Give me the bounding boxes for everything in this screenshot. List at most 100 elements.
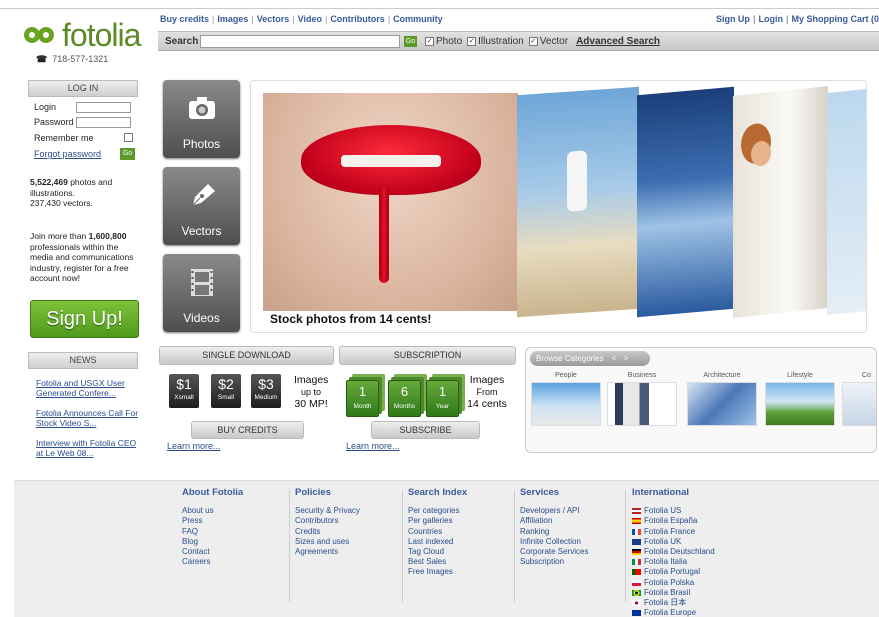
single-download-tab[interactable]: SINGLE DOWNLOAD <box>159 346 334 365</box>
footer-link[interactable]: Fotolia France <box>632 527 715 537</box>
sign-up-link[interactable]: Sign Up <box>716 14 750 24</box>
footer-col-about: About Fotolia About us Press FAQ Blog Co… <box>182 487 243 567</box>
footer-link-label: Fotolia UK <box>644 536 682 546</box>
footer-link[interactable]: Credits <box>295 527 360 537</box>
footer-link[interactable]: Fotolia Portugal <box>632 567 715 577</box>
footer-link-label: Fotolia Portugal <box>644 567 701 577</box>
plan-1-month[interactable]: 1 Month <box>346 380 379 417</box>
news-item[interactable]: Interview with Fotolia CEO at Le Web 08.… <box>36 438 142 458</box>
footer-link[interactable]: Fotolia Italia <box>632 557 715 567</box>
footer-link[interactable]: Fotolia US <box>632 506 715 516</box>
chevron-right-icon[interactable]: > <box>624 354 629 363</box>
footer-link[interactable]: Press <box>182 516 243 526</box>
login-go-button[interactable]: Go <box>120 148 135 160</box>
footer-link[interactable]: Countries <box>408 527 467 537</box>
page: fotolia ☎ 718-577-1321 Buy credits | Images… <box>0 0 879 617</box>
footer-link[interactable]: FAQ <box>182 527 243 537</box>
footer-link[interactable]: Contributors <box>295 516 360 526</box>
footer-link[interactable]: Tag Cloud <box>408 547 467 557</box>
nav-video[interactable]: Video <box>298 14 322 24</box>
login-header: LOG IN <box>28 80 138 97</box>
footer-link[interactable]: Per categories <box>408 506 467 516</box>
footer-link[interactable]: About us <box>182 506 243 516</box>
price-xsmall[interactable]: $1 Xsmall <box>169 374 199 408</box>
footer-link[interactable]: Per galleries <box>408 516 467 526</box>
nav-buy-credits[interactable]: Buy credits <box>160 14 209 24</box>
price-medium[interactable]: $3 Medium <box>251 374 281 408</box>
footer-link[interactable]: Contact <box>182 547 243 557</box>
hero-banner[interactable]: Stock photos from 14 cents! <box>250 80 867 333</box>
footer-link[interactable]: Last indexed <box>408 537 467 547</box>
price-xsmall-value: $1 <box>176 376 192 392</box>
vectors-button[interactable]: Vectors <box>163 167 240 245</box>
footer-col-title: Search Index <box>408 487 468 498</box>
phone-number: ☎ 718-577-1321 <box>36 54 108 65</box>
europe-flag-icon <box>632 610 641 617</box>
footer-link[interactable]: Best Sales <box>408 557 467 567</box>
nav-community[interactable]: Community <box>393 14 443 24</box>
news-item[interactable]: Fotolia Announces Call For Stock Video S… <box>36 408 142 428</box>
news-header: NEWS <box>28 352 138 369</box>
footer-link[interactable]: Security & Privacy <box>295 506 360 516</box>
login-link[interactable]: Login <box>758 14 783 24</box>
subscription-learn-more-link[interactable]: Learn more... <box>346 441 400 451</box>
forgot-password-link[interactable]: Forgot password <box>34 149 101 159</box>
footer-link[interactable]: Infinite Collection <box>520 537 588 547</box>
subscribe-button[interactable]: SUBSCRIBE <box>371 421 480 439</box>
nav-vectors[interactable]: Vectors <box>257 14 290 24</box>
single-info: Images up to 30 MP! <box>294 374 328 410</box>
chevron-left-icon[interactable]: < <box>612 354 617 363</box>
vector-checkbox[interactable]: ✓ <box>528 36 538 46</box>
shopping-cart-link[interactable]: My Shopping Cart (0 <box>792 14 879 24</box>
login-input[interactable] <box>76 102 131 113</box>
category-people[interactable]: People <box>528 372 604 426</box>
category-architecture[interactable]: Architecture <box>684 372 760 426</box>
footer-link[interactable]: Fotolia Deutschland <box>632 547 715 557</box>
storm-sea-image <box>637 86 734 318</box>
footer-link[interactable]: Fotolia Europe <box>632 608 715 617</box>
plan-1-year[interactable]: 1 Year <box>426 380 459 417</box>
password-input[interactable] <box>76 117 131 128</box>
footer-link[interactable]: Corporate Services <box>520 547 588 557</box>
footer-link[interactable]: Ranking <box>520 527 588 537</box>
news-item[interactable]: Fotolia and USGX User Generated Confere.… <box>36 378 142 398</box>
advanced-search-link[interactable]: Advanced Search <box>576 36 660 47</box>
category-business[interactable]: Business <box>604 372 680 426</box>
single-learn-more-link[interactable]: Learn more... <box>167 441 221 451</box>
portugal-flag-icon <box>632 569 641 576</box>
category-lifestyle[interactable]: Lifestyle <box>762 372 838 426</box>
footer-link[interactable]: Affiliation <box>520 516 588 526</box>
footer-link[interactable]: Fotolia 日本 <box>632 598 715 608</box>
price-small[interactable]: $2 Small <box>211 374 241 408</box>
footer-link-label: Fotolia Europe <box>644 608 697 617</box>
footer-link[interactable]: Fotolia UK <box>632 537 715 547</box>
search-input[interactable] <box>200 34 400 48</box>
category-partial[interactable]: Co <box>836 372 876 426</box>
search-go-button[interactable]: Go <box>404 35 417 47</box>
footer-link-label: Fotolia Brasil <box>644 587 691 597</box>
buy-credits-button[interactable]: BUY CREDITS <box>191 421 304 439</box>
footer-link[interactable]: Subscription <box>520 557 588 567</box>
footer-link[interactable]: Fotolia Polska <box>632 578 715 588</box>
fotolia-logo[interactable]: fotolia <box>24 17 141 53</box>
plan-6-months[interactable]: 6 Months <box>388 380 421 417</box>
nav-images[interactable]: Images <box>217 14 248 24</box>
footer-link[interactable]: Careers <box>182 557 243 567</box>
sign-up-button[interactable]: Sign Up! <box>30 300 139 338</box>
photos-button[interactable]: Photos <box>163 80 240 158</box>
illustration-checkbox[interactable]: ✓ <box>467 36 477 46</box>
plan-1-month-unit: Month <box>353 403 372 410</box>
photo-checkbox[interactable]: ✓ <box>425 36 434 46</box>
footer-link[interactable]: Sizes and uses <box>295 537 360 547</box>
footer-link[interactable]: Developers / API <box>520 506 588 516</box>
remember-checkbox[interactable] <box>124 133 133 142</box>
footer-link[interactable]: Free Images <box>408 567 467 577</box>
subscription-tab[interactable]: SUBSCRIPTION <box>339 346 516 365</box>
videos-button[interactable]: Videos <box>163 254 240 332</box>
footer-link[interactable]: Fotolia España <box>632 516 715 526</box>
footer-link[interactable]: Fotolia Brasil <box>632 588 715 598</box>
logo-mark-icon <box>24 24 58 46</box>
footer-link[interactable]: Agreements <box>295 547 360 557</box>
footer-link[interactable]: Blog <box>182 537 243 547</box>
nav-contributors[interactable]: Contributors <box>330 14 385 24</box>
